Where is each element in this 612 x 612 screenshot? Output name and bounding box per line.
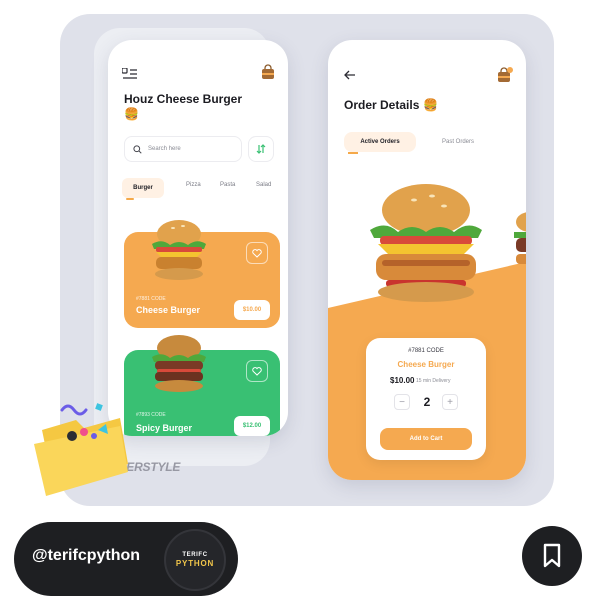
page-title-text: Order Details: [344, 98, 420, 112]
channel-logo: TERIFC PYTHON: [164, 529, 226, 591]
item-name: Spicy Burger: [136, 423, 193, 433]
heart-icon: [252, 366, 262, 376]
burger-emoji-icon: 🍔: [124, 107, 139, 121]
tab-past-orders[interactable]: Past Orders: [442, 139, 474, 145]
price-badge: $12.00: [234, 416, 270, 436]
favorite-button[interactable]: [246, 360, 268, 382]
page-title: Order Details 🍔: [344, 98, 438, 112]
phone-order-details-screen: Order Details 🍔 Active Orders Past Order…: [328, 40, 526, 480]
add-to-cart-button[interactable]: Add to Cart: [380, 428, 472, 450]
handle-text: @terifcpython: [32, 547, 141, 564]
search-icon: [133, 144, 142, 154]
heart-icon: [252, 248, 262, 258]
food-card-spicy-burger[interactable]: #7893 CODE Spicy Burger $12.00: [124, 335, 280, 436]
item-code: #7881 CODE: [408, 348, 444, 354]
filter-icon: [256, 144, 266, 154]
favorite-button[interactable]: [246, 242, 268, 264]
delivery-time: 15 min Delivery: [416, 378, 451, 384]
search-placeholder: Search here: [148, 146, 181, 152]
tab-burger[interactable]: Burger: [122, 178, 164, 198]
item-code: #7881 CODE: [136, 296, 166, 302]
instagram-post: Houz Cheese Burger 🍔 Search here Burger …: [0, 0, 612, 612]
item-name: Cheese Burger: [397, 360, 455, 369]
tab-pasta[interactable]: Pasta: [220, 182, 235, 188]
logo-text-top: TERIFC: [182, 552, 208, 558]
price-badge: $10.00: [234, 300, 270, 320]
burger-image: [152, 220, 206, 280]
phone-menu-screen: Houz Cheese Burger 🍔 Search here Burger …: [108, 40, 288, 436]
shopping-bag-icon[interactable]: [496, 66, 514, 84]
item-code: #7893 CODE: [136, 412, 166, 418]
burger-emoji-icon: 🍔: [423, 98, 439, 112]
shopping-bag-icon[interactable]: [260, 64, 276, 80]
folder-icon: [34, 403, 128, 496]
food-card-cheese-burger[interactable]: #7881 CODE Cheese Burger $10.00: [124, 220, 280, 328]
next-burger-image-partial: [514, 212, 526, 264]
bookmark-button[interactable]: [522, 526, 582, 586]
quantity-decrease-button[interactable]: −: [394, 394, 410, 410]
item-price: $10.00: [390, 376, 415, 385]
burger-image: [152, 335, 206, 392]
active-tab-indicator: [126, 198, 134, 200]
filter-button[interactable]: [248, 136, 274, 162]
large-burger-image: [370, 184, 482, 302]
page-title-text: Houz Cheese Burger: [124, 92, 243, 106]
tab-salad[interactable]: Salad: [256, 182, 271, 188]
tab-active-orders[interactable]: Active Orders: [344, 132, 416, 152]
tab-pizza[interactable]: Pizza: [186, 182, 201, 188]
quantity-value: 2: [423, 395, 431, 409]
search-input[interactable]: Search here: [124, 136, 242, 162]
back-arrow-icon[interactable]: [344, 70, 356, 80]
item-name: Cheese Burger: [136, 305, 201, 315]
active-tab-indicator: [348, 152, 358, 154]
quantity-increase-button[interactable]: +: [442, 394, 458, 410]
category-tabs: Burger Pizza Pasta Salad: [122, 178, 288, 200]
order-detail-card: #7881 CODE Cheese Burger $10.00 15 min D…: [366, 338, 486, 460]
bookmark-icon: [543, 543, 561, 568]
logo-text-bottom: PYTHON: [175, 559, 215, 568]
menu-icon[interactable]: [122, 68, 138, 80]
profile-handle-badge[interactable]: @terifcpython TERIFC PYTHON: [14, 522, 238, 596]
page-title: Houz Cheese Burger 🍔: [124, 92, 244, 122]
